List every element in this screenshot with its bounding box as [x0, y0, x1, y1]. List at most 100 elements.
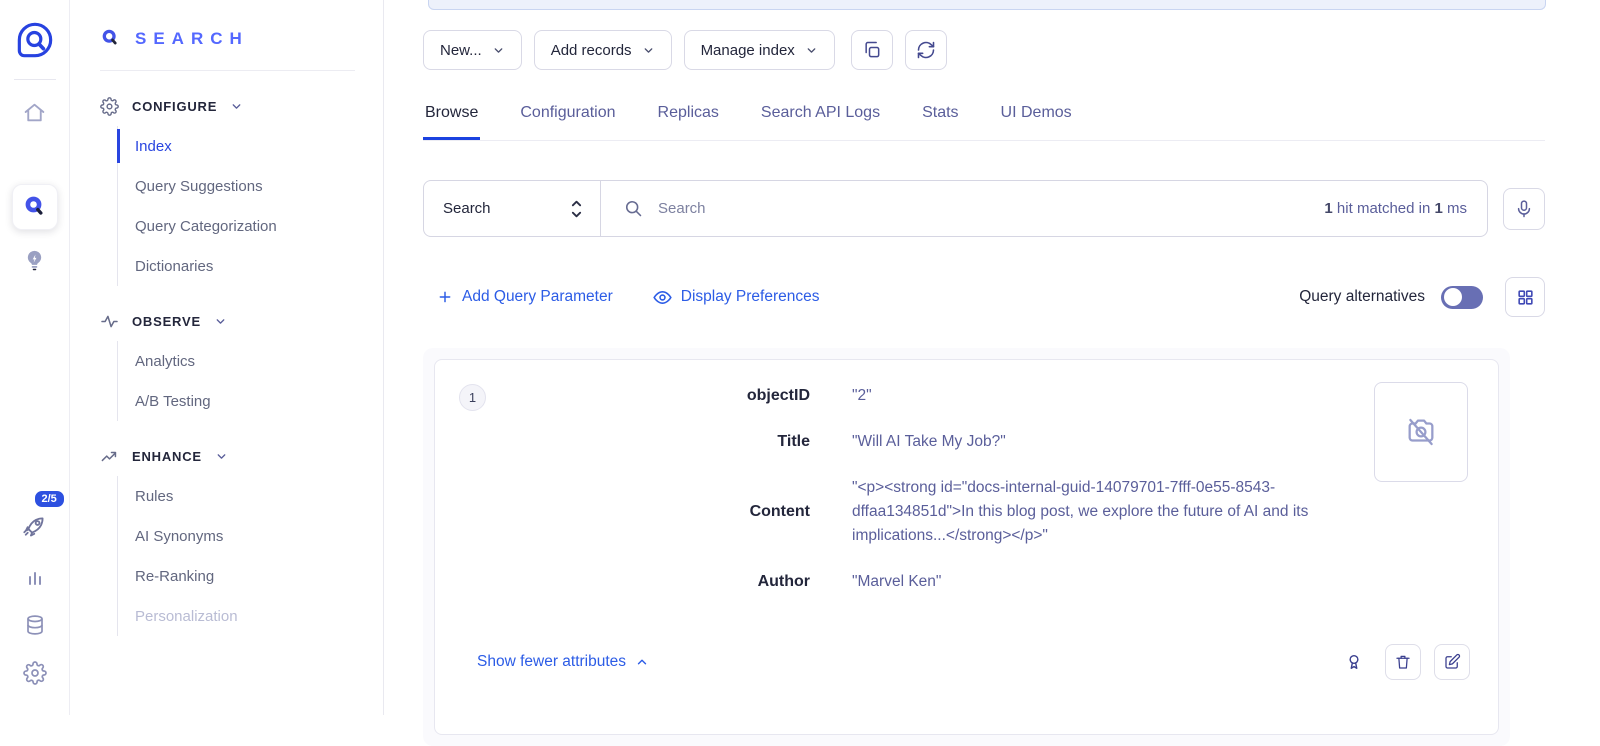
plus-icon	[437, 289, 453, 305]
toggle-knob	[1444, 288, 1462, 306]
field-key: Author	[590, 573, 810, 591]
sidebar-item-ai-synonyms[interactable]: AI Synonyms	[135, 516, 383, 556]
refresh-icon	[916, 40, 936, 60]
sidebar: SEARCH CONFIGURE Index Query Suggestions…	[70, 0, 384, 715]
sidebar-section-observe: OBSERVE Analytics A/B Testing	[100, 312, 383, 421]
chevron-up-icon	[635, 655, 649, 669]
record-card: 1 objectID "2" Title "Will AI Take My Jo…	[434, 359, 1499, 735]
product-name: SEARCH	[135, 29, 249, 49]
index-selector-partial[interactable]	[428, 0, 1546, 10]
add-query-parameter-link[interactable]: Add Query Parameter	[437, 288, 613, 307]
product-header: SEARCH	[100, 28, 383, 50]
index-toolbar: New... Add records Manage index	[423, 30, 1600, 70]
chevron-down-icon	[214, 315, 227, 328]
sidebar-item-query-categorization[interactable]: Query Categorization	[135, 206, 383, 246]
tab-stats[interactable]: Stats	[920, 98, 960, 140]
index-tabs: Browse Configuration Replicas Search API…	[423, 98, 1545, 141]
add-records-dropdown-button[interactable]: Add records	[534, 30, 672, 70]
home-button[interactable]	[0, 88, 70, 136]
section-label: OBSERVE	[132, 314, 201, 329]
results-panel: 1 objectID "2" Title "Will AI Take My Jo…	[423, 348, 1510, 746]
record-fields: objectID "2" Title "Will AI Take My Job?…	[590, 384, 1470, 594]
tab-search-api-logs[interactable]: Search API Logs	[759, 98, 882, 140]
sidebar-item-query-suggestions[interactable]: Query Suggestions	[135, 166, 383, 206]
trend-up-icon	[100, 447, 119, 466]
gear-icon	[100, 97, 119, 116]
medal-icon	[1344, 652, 1364, 672]
algolia-logo-icon[interactable]	[15, 20, 55, 65]
search-icon	[23, 195, 47, 219]
sidebar-item-rules[interactable]: Rules	[135, 476, 383, 516]
sidebar-item-index[interactable]: Index	[135, 126, 383, 166]
progress-badge: 2/5	[33, 489, 66, 509]
sidebar-item-analytics[interactable]: Analytics	[135, 341, 383, 381]
chevron-down-icon	[230, 100, 243, 113]
record-rank-badge: 1	[459, 384, 486, 411]
sidebar-divider	[100, 70, 355, 71]
camera-off-icon	[1404, 415, 1438, 449]
lightbulb-bolt-icon	[22, 248, 47, 273]
sidebar-section-configure: CONFIGURE Index Query Suggestions Query …	[100, 97, 383, 286]
tab-replicas[interactable]: Replicas	[656, 98, 721, 140]
tab-browse[interactable]: Browse	[423, 98, 480, 140]
layout-grid-button[interactable]	[1505, 277, 1545, 317]
getting-started-button[interactable]: 2/5	[0, 497, 70, 553]
new-dropdown-button[interactable]: New...	[423, 30, 522, 70]
query-alternatives-toggle[interactable]	[1441, 286, 1483, 309]
search-input[interactable]	[658, 200, 1310, 217]
sidebar-section-enhance: ENHANCE Rules AI Synonyms Re-Ranking Per…	[100, 447, 383, 636]
sidebar-item-ab-testing[interactable]: A/B Testing	[135, 381, 383, 421]
microphone-icon	[1514, 199, 1534, 219]
pulse-icon	[100, 312, 119, 331]
field-value: "<p><strong id="docs-internal-guid-14079…	[852, 476, 1372, 548]
voice-search-button[interactable]	[1503, 188, 1545, 230]
enhance-section-header[interactable]: ENHANCE	[100, 447, 383, 466]
ranking-info-button[interactable]	[1336, 644, 1372, 680]
eye-icon	[653, 288, 672, 307]
configure-section-header[interactable]: CONFIGURE	[100, 97, 383, 116]
query-controls-row: Add Query Parameter Display Preferences …	[423, 277, 1545, 317]
show-fewer-attributes-link[interactable]: Show fewer attributes	[477, 653, 649, 671]
tab-configuration[interactable]: Configuration	[518, 98, 617, 140]
field-key: Title	[590, 433, 810, 451]
record-image-placeholder[interactable]	[1374, 382, 1468, 482]
chevron-down-icon	[492, 44, 505, 57]
bar-chart-icon	[23, 565, 47, 589]
refresh-button[interactable]	[905, 30, 947, 70]
field-value: "2"	[852, 384, 1372, 408]
search-nav-button-active[interactable]	[12, 184, 58, 230]
icon-rail: 2/5	[0, 0, 70, 715]
search-mode-select[interactable]: Search	[424, 181, 601, 236]
section-label: ENHANCE	[132, 449, 202, 464]
search-stats: 1 hit matched in 1 ms	[1324, 200, 1467, 217]
delete-record-button[interactable]	[1385, 644, 1421, 680]
sidebar-item-personalization[interactable]: Personalization	[135, 596, 383, 636]
manage-index-dropdown-button[interactable]: Manage index	[684, 30, 835, 70]
sidebar-item-re-ranking[interactable]: Re-Ranking	[135, 556, 383, 596]
grid-icon	[1516, 288, 1535, 307]
rocket-icon	[21, 512, 48, 539]
trash-icon	[1394, 653, 1412, 671]
observe-section-header[interactable]: OBSERVE	[100, 312, 383, 331]
copy-icon	[862, 40, 882, 60]
gear-icon	[23, 661, 47, 685]
tab-ui-demos[interactable]: UI Demos	[999, 98, 1074, 140]
search-box: Search 1 hit matched in 1 ms	[423, 180, 1488, 237]
edit-record-button[interactable]	[1434, 644, 1470, 680]
data-nav-button[interactable]	[0, 601, 70, 649]
field-key: objectID	[590, 387, 810, 405]
rail-divider	[14, 79, 56, 80]
chevron-down-icon	[215, 450, 228, 463]
copy-index-button[interactable]	[851, 30, 893, 70]
query-alternatives-label: Query alternatives	[1299, 288, 1425, 306]
search-row: Search 1 hit matched in 1 ms	[423, 180, 1545, 237]
field-value: "Will AI Take My Job?"	[852, 430, 1372, 454]
analytics-nav-button[interactable]	[0, 553, 70, 601]
recommend-nav-button[interactable]	[0, 236, 70, 284]
sidebar-item-dictionaries[interactable]: Dictionaries	[135, 246, 383, 286]
search-product-icon	[100, 28, 122, 50]
main-content: New... Add records Manage index Browse C…	[384, 0, 1600, 715]
database-icon	[23, 613, 47, 637]
settings-nav-button[interactable]	[0, 649, 70, 697]
display-preferences-link[interactable]: Display Preferences	[653, 288, 820, 307]
